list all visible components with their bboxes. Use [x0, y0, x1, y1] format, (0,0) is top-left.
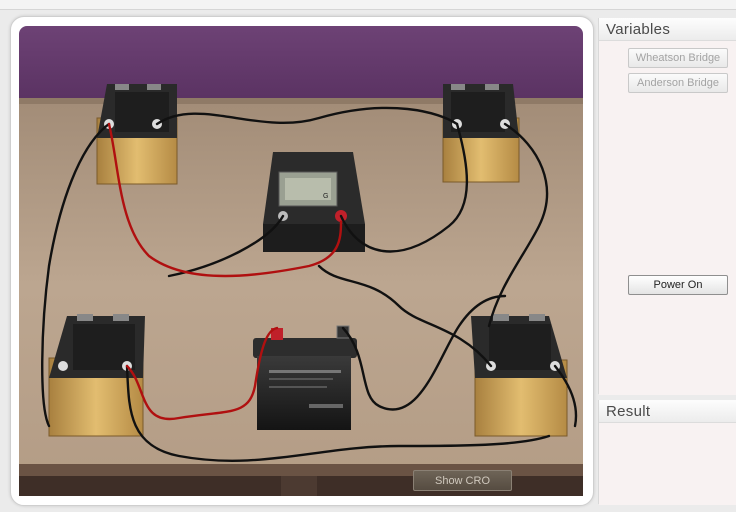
- variables-panel-title: Variables: [599, 18, 736, 41]
- variables-panel-body: Wheatson Bridge Anderson Bridge Power On: [599, 41, 736, 395]
- simulation-scene: G: [19, 26, 583, 496]
- resistance-box-top-right: [442, 84, 520, 183]
- galvanometer-label: G: [323, 193, 328, 200]
- anderson-bridge-button[interactable]: Anderson Bridge: [628, 73, 728, 93]
- resistance-box-top-left: [96, 84, 178, 185]
- resistance-box-bottom-right: [471, 314, 568, 437]
- wheatson-bridge-button[interactable]: Wheatson Bridge: [628, 48, 728, 68]
- variables-panel: Variables Wheatson Bridge Anderson Bridg…: [598, 18, 736, 395]
- result-panel: Result: [598, 400, 736, 505]
- galvanometer: [263, 152, 365, 252]
- power-supply-battery: [253, 325, 357, 430]
- top-strip: [0, 0, 736, 10]
- show-cro-button[interactable]: Show CRO: [413, 470, 512, 491]
- result-panel-title: Result: [599, 400, 736, 423]
- result-panel-body: [599, 423, 736, 505]
- power-on-button[interactable]: Power On: [628, 275, 728, 295]
- resistance-box-bottom-left: [48, 314, 145, 437]
